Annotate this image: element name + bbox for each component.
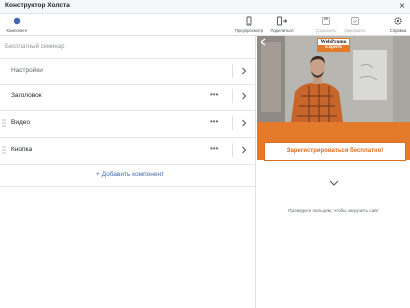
help-button[interactable]: Справка (381, 16, 410, 33)
chevron-down-icon (329, 180, 339, 186)
finish-button[interactable]: Завершить (338, 16, 372, 33)
help-label: Справка (389, 28, 407, 33)
settings-label: Настройки (11, 67, 43, 74)
share-label: Поделиться (270, 28, 294, 33)
document-name[interactable]: Бесплатный семинар (5, 44, 64, 50)
header-label: Заголовок (11, 92, 42, 99)
component-button[interactable]: Компонент (0, 16, 34, 33)
canvas-preview: WebPromo Experts Зарегистрироваться бесп… (257, 36, 410, 308)
divider (0, 186, 256, 187)
row-separator (232, 116, 233, 130)
header-row[interactable]: Заголовок ••• (0, 84, 256, 109)
more-options-icon[interactable]: ••• (210, 144, 218, 153)
share-device-icon (277, 16, 288, 26)
row-separator (232, 64, 233, 78)
component-label: Компонент (6, 28, 28, 33)
add-component-link[interactable]: + Добавить компонент (96, 171, 164, 178)
more-options-icon[interactable]: ••• (210, 117, 218, 126)
video-label: Видео (11, 119, 30, 126)
row-separator (232, 143, 233, 157)
divider (0, 164, 256, 165)
chevron-right-icon[interactable] (240, 66, 248, 76)
finish-icon (351, 17, 359, 25)
preview-label: Предпросмотр (234, 28, 264, 33)
row-separator (232, 89, 233, 103)
webpromo-logo: WebPromo Experts (317, 38, 350, 52)
drag-handle-icon[interactable] (2, 146, 6, 154)
register-button[interactable]: Зарегистрироваться бесплатно! (264, 142, 406, 161)
chevron-right-icon[interactable] (240, 91, 248, 101)
drag-handle-icon[interactable] (2, 119, 6, 127)
share-button[interactable]: Поделиться (265, 16, 299, 33)
close-icon[interactable]: × (399, 0, 405, 13)
chevron-right-icon[interactable] (240, 145, 248, 155)
swipe-hint: Проведите пальцем, чтобы загрузить сайт (288, 208, 379, 213)
logo-line-2: Experts (318, 45, 349, 51)
more-options-icon[interactable]: ••• (210, 90, 218, 99)
chevron-right-icon[interactable] (240, 118, 248, 128)
save-icon (322, 17, 330, 25)
save-label: Сохранить (315, 28, 337, 33)
phone-icon (246, 16, 252, 26)
preview-button[interactable]: Предпросмотр (232, 16, 266, 33)
toolbar: Компонент Предпросмотр Поделиться Сохран… (0, 14, 410, 36)
video-row[interactable]: Видео ••• (0, 111, 256, 136)
title-bar: Конструктор Холста × (0, 0, 410, 14)
button-label: Кнопка (11, 146, 33, 153)
finish-label: Завершить (344, 28, 366, 33)
settings-row[interactable]: Настройки (0, 59, 256, 84)
window-title: Конструктор Холста (5, 2, 70, 9)
component-icon (13, 17, 21, 25)
button-row[interactable]: Кнопка ••• (0, 138, 256, 163)
gear-icon (394, 17, 402, 25)
